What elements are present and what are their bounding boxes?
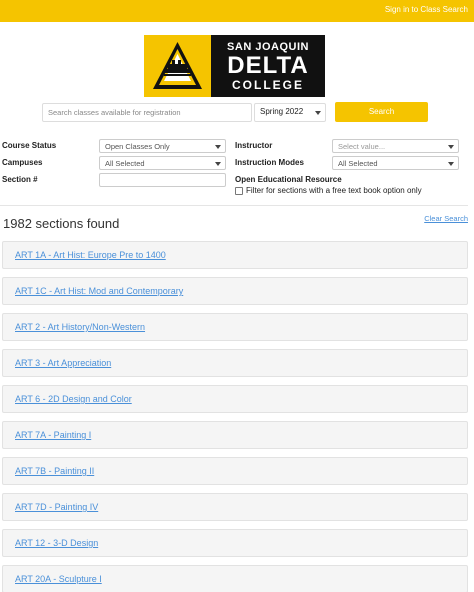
- logo-line-2: DELTA: [227, 51, 309, 79]
- result-row[interactable]: ART 12 - 3-D Design: [2, 529, 468, 557]
- ferry-emblem-icon: [144, 35, 211, 97]
- result-row[interactable]: ART 7D - Painting IV: [2, 493, 468, 521]
- course-link[interactable]: ART 1C - Art Hist: Mod and Contemporary: [15, 286, 183, 296]
- campuses-select[interactable]: All Selected: [99, 156, 226, 170]
- course-link[interactable]: ART 7B - Painting II: [15, 466, 94, 476]
- sign-in-link[interactable]: Sign in to Class Search: [385, 5, 468, 14]
- course-link[interactable]: ART 12 - 3-D Design: [15, 538, 98, 548]
- course-link[interactable]: ART 2 - Art History/Non-Western: [15, 322, 145, 332]
- oer-checkbox[interactable]: [235, 187, 243, 195]
- chevron-down-icon: [215, 162, 221, 166]
- instruction-modes-value: All Selected: [338, 159, 378, 168]
- course-link[interactable]: ART 20A - Sculpture I: [15, 574, 102, 584]
- course-link[interactable]: ART 1A - Art Hist: Europe Pre to 1400: [15, 250, 166, 260]
- result-row[interactable]: ART 7B - Painting II: [2, 457, 468, 485]
- logo-line-1: SAN JOAQUIN: [227, 40, 309, 53]
- course-link[interactable]: ART 7A - Painting I: [15, 430, 91, 440]
- instructor-label: Instructor: [235, 141, 273, 150]
- course-link[interactable]: ART 3 - Art Appreciation: [15, 358, 111, 368]
- campuses-label: Campuses: [2, 158, 43, 167]
- course-link[interactable]: ART 6 - 2D Design and Color: [15, 394, 132, 404]
- divider: [0, 205, 468, 206]
- results-list: ART 1A - Art Hist: Europe Pre to 1400 AR…: [2, 241, 468, 592]
- term-select[interactable]: Spring 2022: [254, 103, 326, 122]
- clear-search-link[interactable]: Clear Search: [424, 214, 468, 223]
- search-input[interactable]: [42, 103, 252, 122]
- instructor-placeholder: Select value...: [338, 142, 386, 151]
- top-bar: Sign in to Class Search: [0, 0, 474, 22]
- result-row[interactable]: ART 1A - Art Hist: Europe Pre to 1400: [2, 241, 468, 269]
- chevron-down-icon: [215, 145, 221, 149]
- result-row[interactable]: ART 6 - 2D Design and Color: [2, 385, 468, 413]
- college-logo: SAN JOAQUIN DELTA COLLEGE: [144, 35, 325, 97]
- chevron-down-icon: [448, 145, 454, 149]
- result-row[interactable]: ART 20A - Sculpture I: [2, 565, 468, 592]
- result-row[interactable]: ART 2 - Art History/Non-Western: [2, 313, 468, 341]
- section-input[interactable]: [99, 173, 226, 187]
- oer-label: Open Educational Resource: [235, 175, 342, 184]
- result-row[interactable]: ART 7A - Painting I: [2, 421, 468, 449]
- result-row[interactable]: ART 1C - Art Hist: Mod and Contemporary: [2, 277, 468, 305]
- course-status-label: Course Status: [2, 141, 57, 150]
- search-button[interactable]: Search: [335, 102, 428, 122]
- course-status-select[interactable]: Open Classes Only: [99, 139, 226, 153]
- instruction-modes-label: Instruction Modes: [235, 158, 304, 167]
- section-label: Section #: [2, 175, 38, 184]
- results-count: 1982 sections found: [3, 216, 120, 231]
- result-row[interactable]: ART 3 - Art Appreciation: [2, 349, 468, 377]
- instructor-select[interactable]: Select value...: [332, 139, 459, 153]
- course-status-value: Open Classes Only: [105, 142, 170, 151]
- logo-line-3: COLLEGE: [231, 77, 304, 92]
- term-select-value: Spring 2022: [260, 107, 304, 116]
- chevron-down-icon: [315, 111, 321, 115]
- campuses-value: All Selected: [105, 159, 145, 168]
- course-link[interactable]: ART 7D - Painting IV: [15, 502, 98, 512]
- oer-checkbox-label[interactable]: Filter for sections with a free text boo…: [246, 186, 422, 195]
- instruction-modes-select[interactable]: All Selected: [332, 156, 459, 170]
- chevron-down-icon: [448, 162, 454, 166]
